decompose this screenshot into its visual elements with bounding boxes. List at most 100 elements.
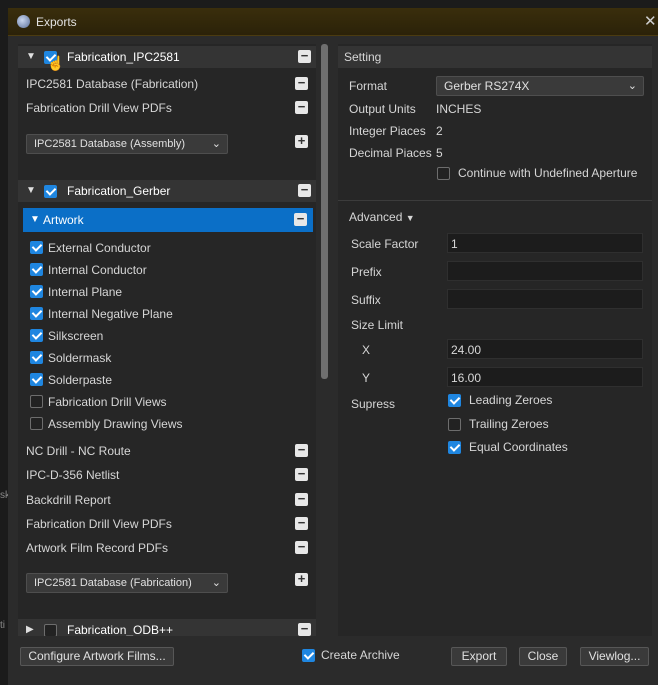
group-label: Fabrication_IPC2581 bbox=[67, 50, 180, 64]
leading-zeroes-checkbox[interactable] bbox=[448, 394, 461, 407]
add-item-button[interactable]: + bbox=[295, 134, 308, 148]
size-limit-y-input[interactable]: 16.00 bbox=[447, 367, 643, 387]
suffix-label: Suffix bbox=[351, 293, 381, 307]
layer-checkbox[interactable] bbox=[30, 307, 43, 320]
integer-places-value: 2 bbox=[436, 124, 443, 138]
trailing-zeroes-label: Trailing Zeroes bbox=[469, 417, 549, 431]
collapse-triangle-icon[interactable]: ▼ bbox=[30, 214, 40, 225]
list-item[interactable]: IPC-D-356 Netlist bbox=[26, 468, 119, 482]
prefix-input[interactable] bbox=[447, 261, 643, 281]
list-item[interactable]: NC Drill - NC Route bbox=[26, 444, 131, 458]
suffix-input[interactable] bbox=[447, 289, 643, 309]
decimal-places-value: 5 bbox=[436, 146, 443, 160]
list-item[interactable]: Fabrication Drill View PDFs bbox=[26, 101, 172, 115]
group-header-gerber[interactable]: ▼ Fabrication_Gerber − bbox=[18, 180, 316, 202]
layer-item[interactable]: Silkscreen bbox=[30, 328, 300, 344]
integer-places-label: Integer Piaces bbox=[349, 124, 426, 138]
close-icon[interactable]: ✕ bbox=[644, 12, 657, 30]
layer-checkbox[interactable] bbox=[30, 285, 43, 298]
group-label: Fabrication_Gerber bbox=[67, 184, 171, 198]
layer-checkbox[interactable] bbox=[30, 263, 43, 276]
list-item[interactable]: Artwork Film Record PDFs bbox=[26, 541, 168, 555]
remove-group-button[interactable]: − bbox=[298, 49, 311, 63]
chevron-down-icon: ⌄ bbox=[627, 80, 637, 92]
add-item-button[interactable]: + bbox=[295, 572, 308, 586]
layer-item[interactable]: Internal Plane bbox=[30, 284, 300, 300]
remove-group-button[interactable]: − bbox=[298, 622, 311, 636]
advanced-toggle[interactable]: Advanced ▼ bbox=[349, 210, 415, 224]
vertical-scrollbar[interactable] bbox=[321, 44, 328, 379]
size-limit-x-label: X bbox=[362, 343, 371, 357]
divider bbox=[338, 200, 652, 201]
supress-label: Supress bbox=[351, 397, 396, 411]
artwork-label: Artwork bbox=[43, 213, 84, 227]
add-format-dropdown[interactable]: IPC2581 Database (Assembly) ⌄ bbox=[26, 134, 228, 154]
layer-checkbox[interactable] bbox=[30, 395, 43, 408]
remove-item-button[interactable]: − bbox=[295, 540, 308, 554]
title-bar: Exports ✕ bbox=[8, 8, 658, 36]
close-button[interactable]: Close bbox=[519, 647, 567, 666]
remove-item-button[interactable]: − bbox=[295, 516, 308, 530]
size-limit-x-input[interactable]: 24.00 bbox=[447, 339, 643, 359]
collapse-triangle-icon[interactable]: ▼ bbox=[26, 185, 36, 196]
group-header-ipc2581[interactable]: ▼ ☝ Fabrication_IPC2581 − bbox=[18, 46, 316, 71]
remove-item-button[interactable]: − bbox=[295, 467, 308, 481]
layer-checkbox[interactable] bbox=[30, 417, 43, 430]
expand-triangle-icon[interactable]: ▶ bbox=[26, 624, 34, 635]
size-limit-label: Size Limit bbox=[351, 318, 404, 332]
configure-artwork-films-button[interactable]: Configure Artwork Films... bbox=[20, 647, 174, 666]
settings-header: Setting bbox=[338, 46, 652, 68]
artwork-header[interactable]: ▼ Artwork − bbox=[23, 208, 313, 232]
layer-item[interactable]: Solderpaste bbox=[30, 372, 300, 388]
undefined-aperture-label: Continue with Undefined Aperture bbox=[458, 166, 638, 180]
format-select[interactable]: Gerber RS274X ⌄ bbox=[436, 76, 644, 96]
list-item[interactable]: Backdrill Report bbox=[26, 493, 111, 507]
list-item[interactable]: Fabrication Drill View PDFs bbox=[26, 517, 172, 531]
export-tree-panel: ▼ ☝ Fabrication_IPC2581 − IPC2581 Databa… bbox=[18, 44, 316, 636]
remove-item-button[interactable]: − bbox=[295, 492, 308, 506]
list-item[interactable]: IPC2581 Database (Fabrication) bbox=[26, 77, 198, 91]
trailing-zeroes-checkbox[interactable] bbox=[448, 418, 461, 431]
app-icon bbox=[17, 15, 30, 28]
layer-checkbox[interactable] bbox=[30, 351, 43, 364]
remove-item-button[interactable]: − bbox=[295, 76, 308, 90]
create-archive-label: Create Archive bbox=[321, 648, 400, 662]
remove-item-button[interactable]: − bbox=[295, 443, 308, 457]
layer-item[interactable]: Soldermask bbox=[30, 350, 300, 366]
undefined-aperture-checkbox[interactable] bbox=[437, 167, 450, 180]
layer-item[interactable]: Assembly Drawing Views bbox=[30, 416, 300, 432]
layer-item[interactable]: External Conductor bbox=[30, 240, 300, 256]
remove-item-button[interactable]: − bbox=[295, 100, 308, 114]
caret-down-icon: ▼ bbox=[405, 213, 415, 223]
format-label: Format bbox=[349, 79, 388, 93]
group-label: Fabrication_ODB++ bbox=[67, 623, 174, 636]
add-format-dropdown[interactable]: IPC2581 Database (Fabrication) ⌄ bbox=[26, 573, 228, 593]
layer-item[interactable]: Fabrication Drill Views bbox=[30, 394, 300, 410]
artwork-layer-list: External Conductor Internal Conductor In… bbox=[30, 240, 310, 440]
prefix-label: Prefix bbox=[351, 265, 382, 279]
collapse-triangle-icon[interactable]: ▼ bbox=[26, 51, 36, 62]
settings-panel: Setting Format Gerber RS274X ⌄ Output Un… bbox=[338, 44, 652, 636]
output-units-label: Output Units bbox=[349, 102, 416, 116]
layer-item[interactable]: Internal Negative Plane bbox=[30, 306, 300, 322]
remove-group-button[interactable]: − bbox=[298, 183, 311, 197]
leading-zeroes-label: Leading Zeroes bbox=[469, 393, 553, 407]
window-title: Exports bbox=[36, 15, 77, 29]
layer-item[interactable]: Internal Conductor bbox=[30, 262, 300, 278]
export-button[interactable]: Export bbox=[451, 647, 507, 666]
equal-coordinates-checkbox[interactable] bbox=[448, 441, 461, 454]
group-checkbox[interactable] bbox=[44, 185, 57, 198]
layer-checkbox[interactable] bbox=[30, 329, 43, 342]
layer-checkbox[interactable] bbox=[30, 373, 43, 386]
remove-artwork-button[interactable]: − bbox=[294, 212, 307, 226]
equal-coordinates-label: Equal Coordinates bbox=[469, 440, 568, 454]
chevron-down-icon: ⌄ bbox=[211, 138, 221, 150]
create-archive-checkbox[interactable] bbox=[302, 649, 315, 662]
group-header-odb[interactable]: ▶ Fabrication_ODB++ − bbox=[18, 619, 316, 636]
group-checkbox[interactable] bbox=[44, 624, 57, 636]
size-limit-y-label: Y bbox=[362, 371, 371, 385]
viewlog-button[interactable]: Viewlog... bbox=[580, 647, 649, 666]
chevron-down-icon: ⌄ bbox=[211, 577, 221, 589]
scale-factor-input[interactable]: 1 bbox=[447, 233, 643, 253]
layer-checkbox[interactable] bbox=[30, 241, 43, 254]
